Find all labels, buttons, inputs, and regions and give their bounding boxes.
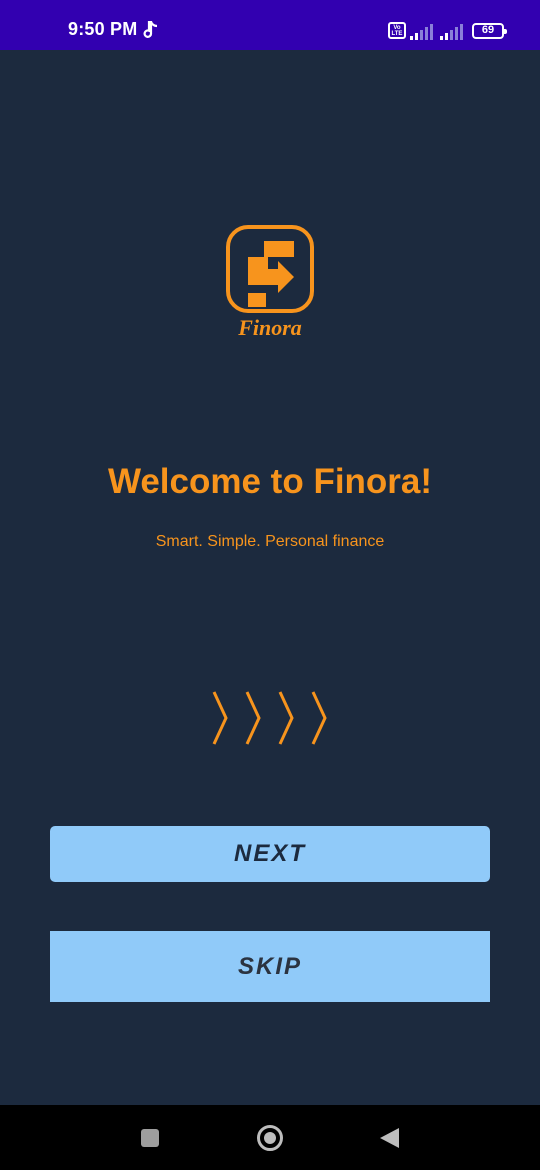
navigation-bar xyxy=(0,1105,540,1170)
logo-wordmark: Finora xyxy=(237,315,302,340)
welcome-title: Welcome to Finora! xyxy=(107,462,433,501)
tagline: Smart. Simple. Personal finance xyxy=(155,533,385,550)
status-time: 9:50 PM xyxy=(68,19,138,39)
finora-logo-icon: Finora xyxy=(226,225,314,340)
back-icon[interactable] xyxy=(380,1127,400,1149)
signal-icon xyxy=(440,24,463,40)
status-bar: 9:50 PM Vo LTE 69 xyxy=(0,0,540,50)
battery-icon: 69 xyxy=(472,23,507,39)
home-icon[interactable] xyxy=(257,1125,283,1151)
chevrons-icon xyxy=(212,691,327,745)
signal-icon xyxy=(410,24,433,40)
music-note-icon xyxy=(143,21,158,38)
battery-percent: 69 xyxy=(481,24,495,36)
recent-apps-icon[interactable] xyxy=(141,1129,159,1147)
volte-icon: Vo LTE xyxy=(388,22,406,39)
next-button[interactable]: NEXT xyxy=(50,826,490,882)
skip-button[interactable]: SKIP xyxy=(50,931,490,1002)
